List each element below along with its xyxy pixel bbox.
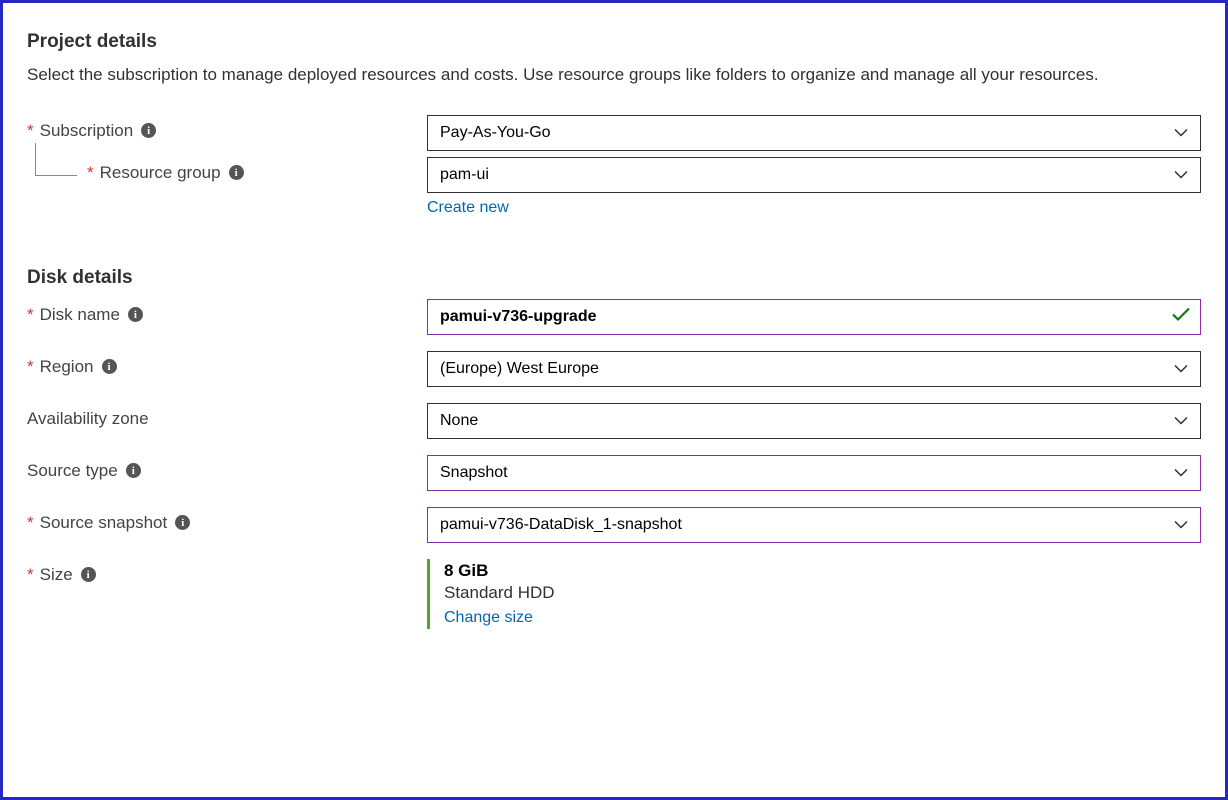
required-indicator: * (27, 305, 34, 325)
chevron-down-icon (1174, 416, 1188, 425)
chevron-down-icon (1174, 364, 1188, 373)
info-icon[interactable]: i (128, 307, 143, 322)
create-new-resource-group-link[interactable]: Create new (427, 199, 509, 217)
create-disk-basics-pane: Project details Select the subscription … (0, 0, 1228, 800)
source-type-value: Snapshot (440, 464, 508, 482)
size-tier: Standard HDD (444, 583, 1201, 603)
disk-details-heading: Disk details (27, 267, 1201, 289)
source-type-label-text: Source type (27, 461, 118, 481)
subscription-select[interactable]: Pay-As-You-Go (427, 115, 1201, 151)
source-type-select[interactable]: Snapshot (427, 455, 1201, 491)
size-value: 8 GiB (444, 561, 1201, 581)
required-indicator: * (27, 357, 34, 377)
resource-group-label: * Resource group i (27, 157, 427, 183)
chevron-down-icon (1174, 520, 1188, 529)
resource-group-value: pam-ui (440, 166, 489, 184)
check-icon (1172, 307, 1190, 326)
source-type-label: Source type i (27, 455, 427, 481)
chevron-down-icon (1174, 128, 1188, 137)
region-label-text: Region (40, 357, 94, 377)
region-select[interactable]: (Europe) West Europe (427, 351, 1201, 387)
subscription-label-text: Subscription (40, 121, 134, 141)
info-icon[interactable]: i (102, 359, 117, 374)
availability-zone-value: None (440, 412, 478, 430)
disk-name-label: * Disk name i (27, 299, 427, 325)
disk-name-input[interactable]: pamui-v736-upgrade (427, 299, 1201, 335)
resource-group-label-text: Resource group (100, 163, 221, 183)
disk-name-value: pamui-v736-upgrade (440, 308, 596, 326)
source-snapshot-label-text: Source snapshot (40, 513, 168, 533)
source-snapshot-label: * Source snapshot i (27, 507, 427, 533)
size-label-text: Size (40, 565, 73, 585)
project-details-heading: Project details (27, 31, 1201, 53)
info-icon[interactable]: i (141, 123, 156, 138)
region-value: (Europe) West Europe (440, 360, 599, 378)
subscription-value: Pay-As-You-Go (440, 124, 551, 142)
availability-zone-label: Availability zone (27, 403, 427, 429)
info-icon[interactable]: i (175, 515, 190, 530)
subscription-label: * Subscription i (27, 115, 427, 141)
required-indicator: * (27, 121, 34, 141)
size-label: * Size i (27, 559, 427, 585)
chevron-down-icon (1174, 170, 1188, 179)
info-icon[interactable]: i (126, 463, 141, 478)
size-summary: 8 GiB Standard HDD Change size (427, 559, 1201, 629)
availability-zone-select[interactable]: None (427, 403, 1201, 439)
resource-group-select[interactable]: pam-ui (427, 157, 1201, 193)
required-indicator: * (87, 163, 94, 183)
change-size-link[interactable]: Change size (444, 609, 533, 627)
info-icon[interactable]: i (81, 567, 96, 582)
region-label: * Region i (27, 351, 427, 377)
source-snapshot-select[interactable]: pamui-v736-DataDisk_1-snapshot (427, 507, 1201, 543)
chevron-down-icon (1174, 468, 1188, 477)
source-snapshot-value: pamui-v736-DataDisk_1-snapshot (440, 516, 682, 534)
disk-name-label-text: Disk name (40, 305, 120, 325)
availability-zone-label-text: Availability zone (27, 409, 149, 429)
project-details-description: Select the subscription to manage deploy… (27, 63, 1177, 87)
required-indicator: * (27, 565, 34, 585)
info-icon[interactable]: i (229, 165, 244, 180)
required-indicator: * (27, 513, 34, 533)
